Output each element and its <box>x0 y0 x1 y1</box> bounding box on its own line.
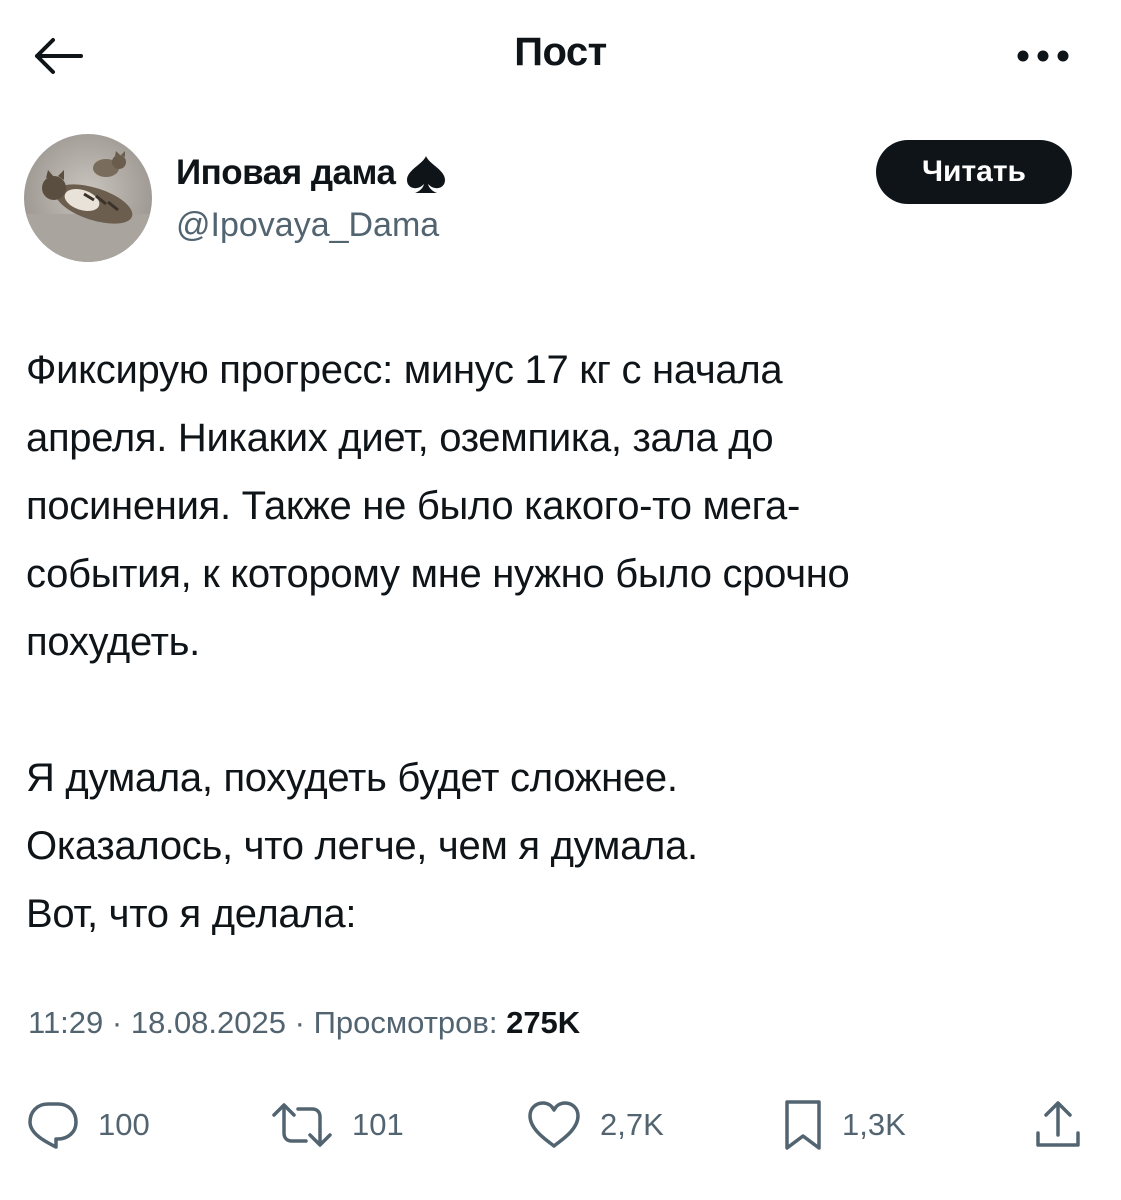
share-icon <box>1036 1101 1080 1147</box>
post-text: Фиксирую прогресс: минус 17 кг с начала … <box>26 336 1086 948</box>
author-block: Иповая дама @Ipovaya_Dama Читать <box>24 134 1084 264</box>
avatar[interactable] <box>24 134 152 262</box>
reply-button[interactable]: 100 <box>26 1090 150 1160</box>
post-line: Оказалось, что легче, чем я думала. <box>26 824 698 868</box>
repost-count: 101 <box>352 1107 404 1142</box>
author-name-row[interactable]: Иповая дама <box>176 150 449 196</box>
heart-icon <box>528 1101 580 1148</box>
page-title: Пост <box>514 30 607 74</box>
follow-button[interactable]: Читать <box>876 140 1072 204</box>
views-count[interactable]: 275K <box>506 1005 580 1040</box>
post-paragraph-2: Я думала, похудеть будет сложнее. Оказал… <box>26 744 1086 948</box>
post-paragraph-1: Фиксирую прогресс: минус 17 кг с начала … <box>26 336 1086 676</box>
meta-separator: · <box>103 1005 131 1040</box>
post-line: похудеть. <box>26 620 200 664</box>
author-name: Иповая дама <box>176 153 396 192</box>
post-time[interactable]: 11:29 <box>28 1005 103 1040</box>
views-label: Просмотров: <box>313 1005 507 1040</box>
post-line: Я думала, похудеть будет сложнее. <box>26 756 678 800</box>
action-bar: 100 101 2,7K 1,3K <box>0 1090 1121 1160</box>
repost-icon <box>272 1103 332 1147</box>
more-dots-icon <box>1017 50 1069 62</box>
avatar-photo <box>24 134 152 262</box>
post-line: Вот, что я делала: <box>26 892 357 936</box>
spade-icon <box>407 156 446 193</box>
post-line: Фиксирую прогресс: минус 17 кг с начала <box>26 348 783 392</box>
author-handle[interactable]: @Ipovaya_Dama <box>176 206 439 245</box>
post-date[interactable]: 18.08.2025 <box>131 1005 286 1040</box>
top-bar: Пост <box>0 0 1121 110</box>
like-count: 2,7K <box>600 1107 664 1142</box>
more-button[interactable] <box>1013 36 1073 76</box>
reply-count: 100 <box>98 1107 150 1142</box>
like-button[interactable]: 2,7K <box>526 1090 664 1160</box>
post-line: посинения. Также не было какого-то мега- <box>26 484 801 528</box>
post-line: апреля. Никаких диет, оземпика, зала до <box>26 416 774 460</box>
reply-icon <box>28 1102 78 1149</box>
post-line: события, к которому мне нужно было срочн… <box>26 552 850 596</box>
bookmark-icon <box>785 1100 821 1150</box>
bookmark-button[interactable]: 1,3K <box>782 1090 906 1160</box>
repost-button[interactable]: 101 <box>270 1090 404 1160</box>
share-button[interactable] <box>1034 1090 1082 1160</box>
meta-separator: · <box>286 1005 314 1040</box>
bookmark-count: 1,3K <box>842 1107 906 1142</box>
post-meta: 11:29 · 18.08.2025 · Просмотров: 275K <box>28 1005 580 1041</box>
